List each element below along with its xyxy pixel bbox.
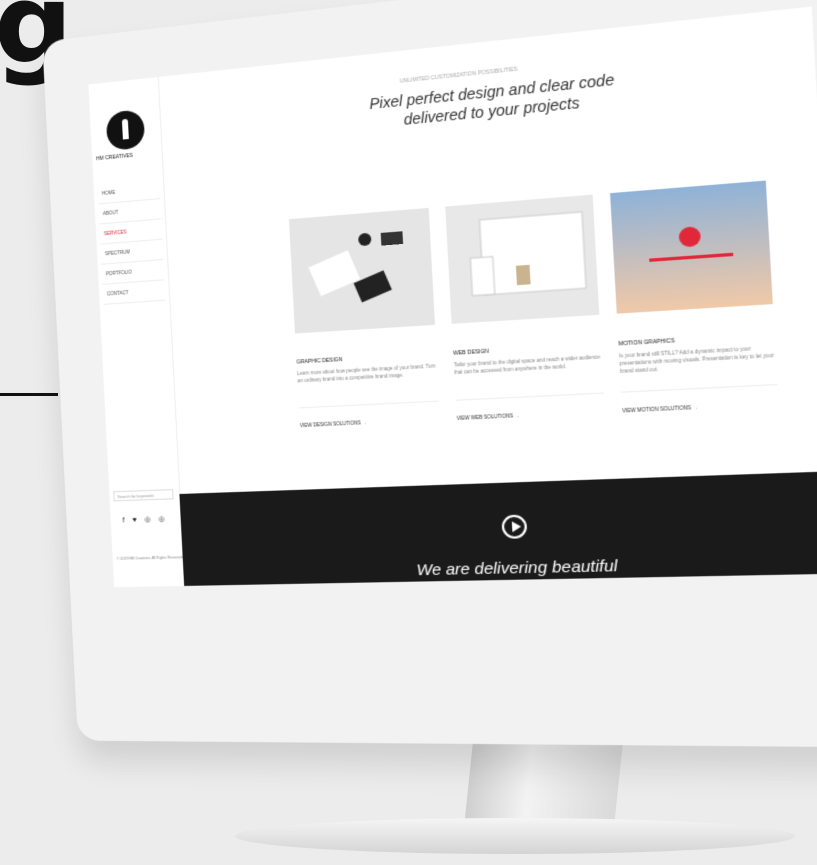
- view-design-link[interactable]: VIEW DESIGN SOLUTIONS →: [300, 417, 441, 428]
- social-icons[interactable]: f ♥ ◎ ◎: [122, 515, 167, 524]
- monitor-base: [235, 818, 795, 854]
- web-design-image: [445, 194, 600, 324]
- search-input[interactable]: Search for keywords: [113, 489, 174, 502]
- arrow-right-icon: →: [514, 412, 520, 419]
- logo-text: HM CREATIVES: [96, 152, 134, 163]
- arrow-right-icon: →: [692, 404, 699, 411]
- card-desc: Is your brand still STILL? Add a dynamic…: [618, 343, 778, 393]
- monitor-mockup: HM CREATIVES HOME ABOUT SERVICES SPECTRU…: [42, 0, 817, 748]
- sidebar-nav: HOME ABOUT SERVICES SPECTRUM PORTFOLIO C…: [97, 178, 166, 305]
- link-label[interactable]: VIEW DESIGN SOLUTIONS: [300, 420, 361, 428]
- play-icon[interactable]: [501, 514, 528, 539]
- nav-item-contact[interactable]: CONTACT: [102, 280, 166, 305]
- sidebar: HM CREATIVES HOME ABOUT SERVICES SPECTRU…: [88, 76, 186, 588]
- website-screen: HM CREATIVES HOME ABOUT SERVICES SPECTRU…: [88, 6, 817, 588]
- motion-graphics-image: [610, 180, 773, 314]
- arrow-right-icon: →: [362, 419, 368, 426]
- service-card-graphic: GRAPHIC DESIGN Learn more about how peop…: [288, 207, 441, 428]
- banner-text: We are delivering beautiful digital prod…: [350, 554, 692, 587]
- card-desc: Learn more about how people see the imag…: [296, 362, 440, 409]
- copyright: © 2019 HM Creatives. All Rights Reserved: [116, 555, 183, 561]
- view-motion-link[interactable]: VIEW MOTION SOLUTIONS →: [622, 401, 779, 414]
- link-label[interactable]: VIEW MOTION SOLUTIONS: [622, 405, 691, 414]
- service-card-web: WEB DESIGN Tailor your brand to the digi…: [445, 194, 605, 421]
- pen-logo-icon[interactable]: [105, 109, 146, 152]
- decorative-line: [0, 393, 58, 396]
- dark-banner: We are delivering beautiful digital prod…: [179, 471, 817, 588]
- link-label[interactable]: VIEW WEB SOLUTIONS: [457, 413, 514, 421]
- service-card-motion: MOTION GRAPHICS Is your brand still STIL…: [610, 180, 779, 414]
- banner-line-1: We are delivering beautiful: [416, 556, 619, 580]
- graphic-design-image: [288, 207, 436, 334]
- view-web-link[interactable]: VIEW WEB SOLUTIONS →: [457, 409, 605, 421]
- hero-headline: Pixel perfect design and clear code deli…: [346, 67, 640, 134]
- card-desc: Tailor your brand to the digital space a…: [453, 353, 604, 401]
